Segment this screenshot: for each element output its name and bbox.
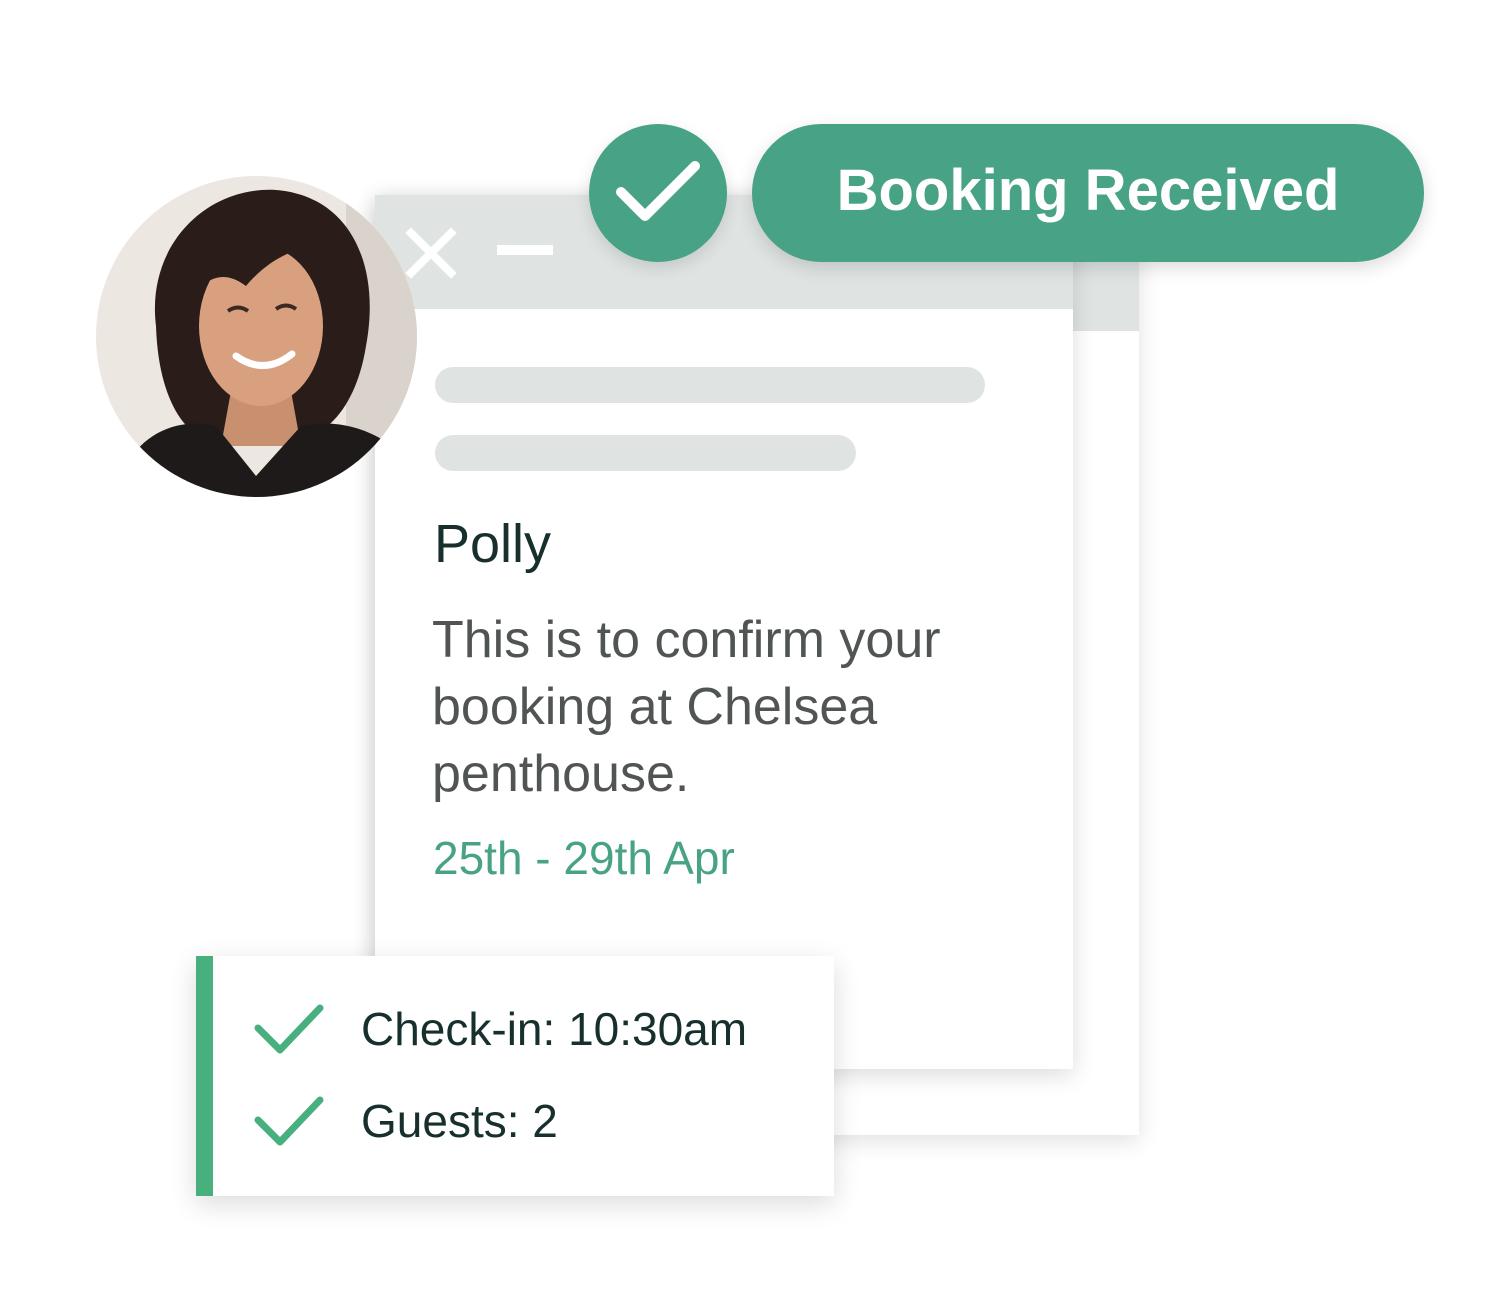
check-icon: [616, 161, 700, 221]
check-icon: [254, 1004, 324, 1054]
user-avatar-photo: [96, 176, 417, 497]
booking-message-window: Polly This is to confirm your booking at…: [375, 195, 1073, 1069]
user-avatar: [96, 176, 417, 497]
placeholder-line: [435, 367, 985, 403]
booking-status-badge: Booking Received: [752, 124, 1424, 262]
booking-status-label: Booking Received: [836, 158, 1340, 223]
booking-details-card: Check-in: 10:30am Guests: 2: [196, 956, 834, 1196]
status-check-badge: [589, 124, 727, 262]
recipient-name: Polly: [434, 514, 552, 574]
minimize-icon[interactable]: [497, 245, 553, 255]
detail-row-guests: Guests: 2: [254, 1092, 814, 1152]
detail-row-checkin: Check-in: 10:30am: [254, 1000, 814, 1060]
detail-label: Guests: 2: [361, 1095, 558, 1147]
close-icon[interactable]: [405, 227, 457, 279]
booking-dates: 25th - 29th Apr: [433, 832, 735, 884]
details-accent-bar: [196, 956, 213, 1196]
detail-label: Check-in: 10:30am: [361, 1003, 748, 1055]
placeholder-line: [435, 435, 856, 471]
message-body: This is to confirm your booking at Chels…: [432, 611, 941, 803]
check-icon: [254, 1096, 324, 1146]
